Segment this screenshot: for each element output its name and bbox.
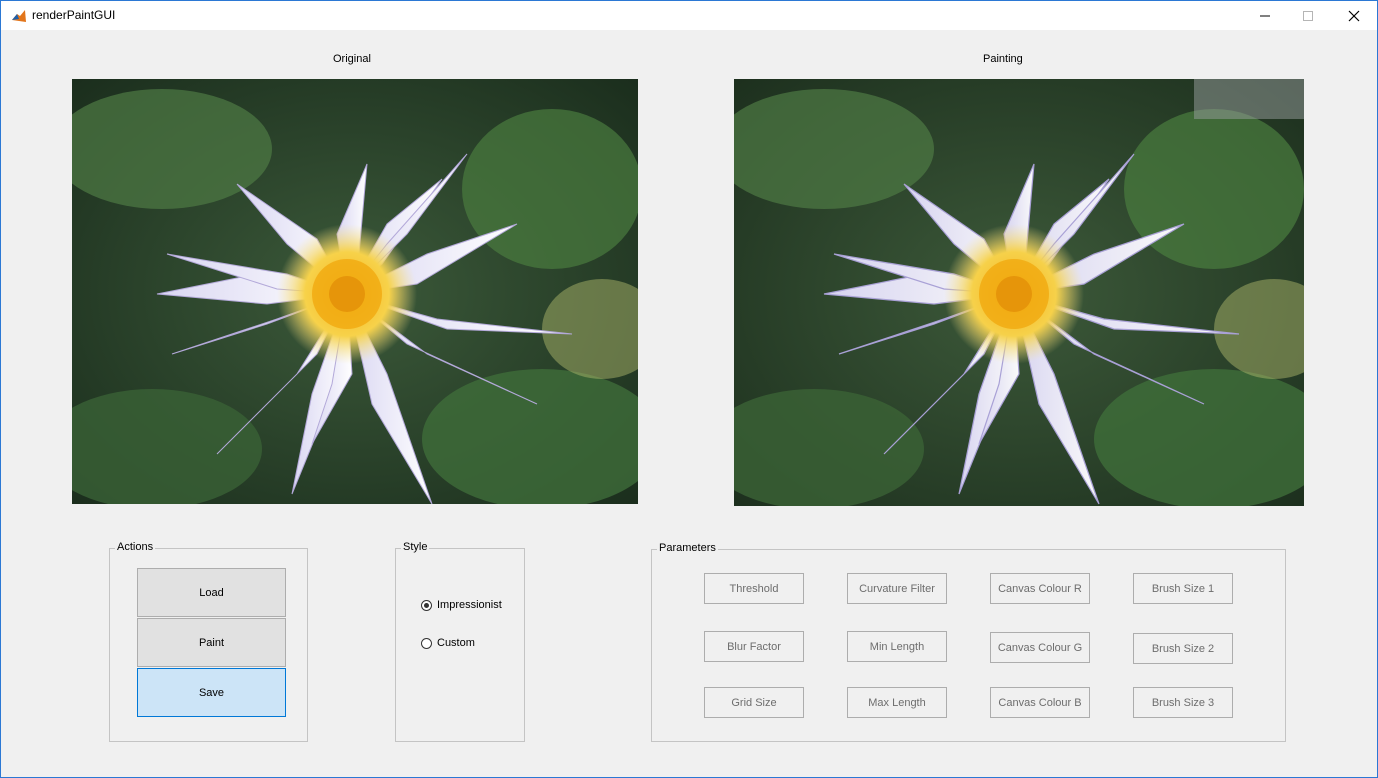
min-length-button[interactable]: Min Length <box>847 631 947 662</box>
brush-size-1-button[interactable]: Brush Size 1 <box>1133 573 1233 604</box>
title-bar[interactable]: renderPaintGUI <box>1 1 1377 30</box>
max-length-button[interactable]: Max Length <box>847 687 947 718</box>
paint-button[interactable]: Paint <box>137 618 286 667</box>
app-window: renderPaintGUI Original Painting Actions… <box>0 0 1378 778</box>
minimize-button[interactable] <box>1242 1 1288 30</box>
brush-size-2-button[interactable]: Brush Size 2 <box>1133 633 1233 664</box>
maximize-icon <box>1303 10 1313 21</box>
canvas-colour-g-button[interactable]: Canvas Colour G <box>990 632 1090 663</box>
canvas-colour-b-button[interactable]: Canvas Colour B <box>990 687 1090 718</box>
radio-unselected-icon[interactable] <box>421 637 432 649</box>
close-icon <box>1348 10 1360 21</box>
blur-factor-button[interactable]: Blur Factor <box>704 631 804 662</box>
save-button[interactable]: Save <box>137 668 286 717</box>
painting-image <box>734 79 1304 506</box>
style-panel-title: Style <box>401 541 430 553</box>
matlab-icon <box>11 8 27 24</box>
curvature-filter-button[interactable]: Curvature Filter <box>847 573 947 604</box>
original-label: Original <box>333 53 371 65</box>
grid-size-button[interactable]: Grid Size <box>704 687 804 718</box>
threshold-button[interactable]: Threshold <box>704 573 804 604</box>
style-panel: Style Impressionist Custom <box>395 541 525 742</box>
actions-panel: Actions Load Paint Save <box>109 541 308 742</box>
style-option-label: Impressionist <box>437 599 502 611</box>
actions-panel-title: Actions <box>115 541 156 553</box>
style-option-custom[interactable]: Custom <box>421 637 475 649</box>
style-option-impressionist[interactable]: Impressionist <box>421 599 502 611</box>
brush-size-3-button[interactable]: Brush Size 3 <box>1133 687 1233 718</box>
canvas-colour-r-button[interactable]: Canvas Colour R <box>990 573 1090 604</box>
radio-selected-icon[interactable] <box>421 599 432 611</box>
parameters-panel-title: Parameters <box>657 542 718 554</box>
style-option-label: Custom <box>437 637 475 649</box>
parameters-panel: Parameters Threshold Curvature Filter Ca… <box>651 542 1286 742</box>
window-title: renderPaintGUI <box>32 8 116 22</box>
load-button[interactable]: Load <box>137 568 286 617</box>
minimize-icon <box>1260 15 1270 16</box>
painting-label: Painting <box>983 53 1023 65</box>
original-image <box>72 79 638 504</box>
maximize-button[interactable] <box>1285 1 1331 30</box>
close-button[interactable] <box>1331 1 1377 30</box>
